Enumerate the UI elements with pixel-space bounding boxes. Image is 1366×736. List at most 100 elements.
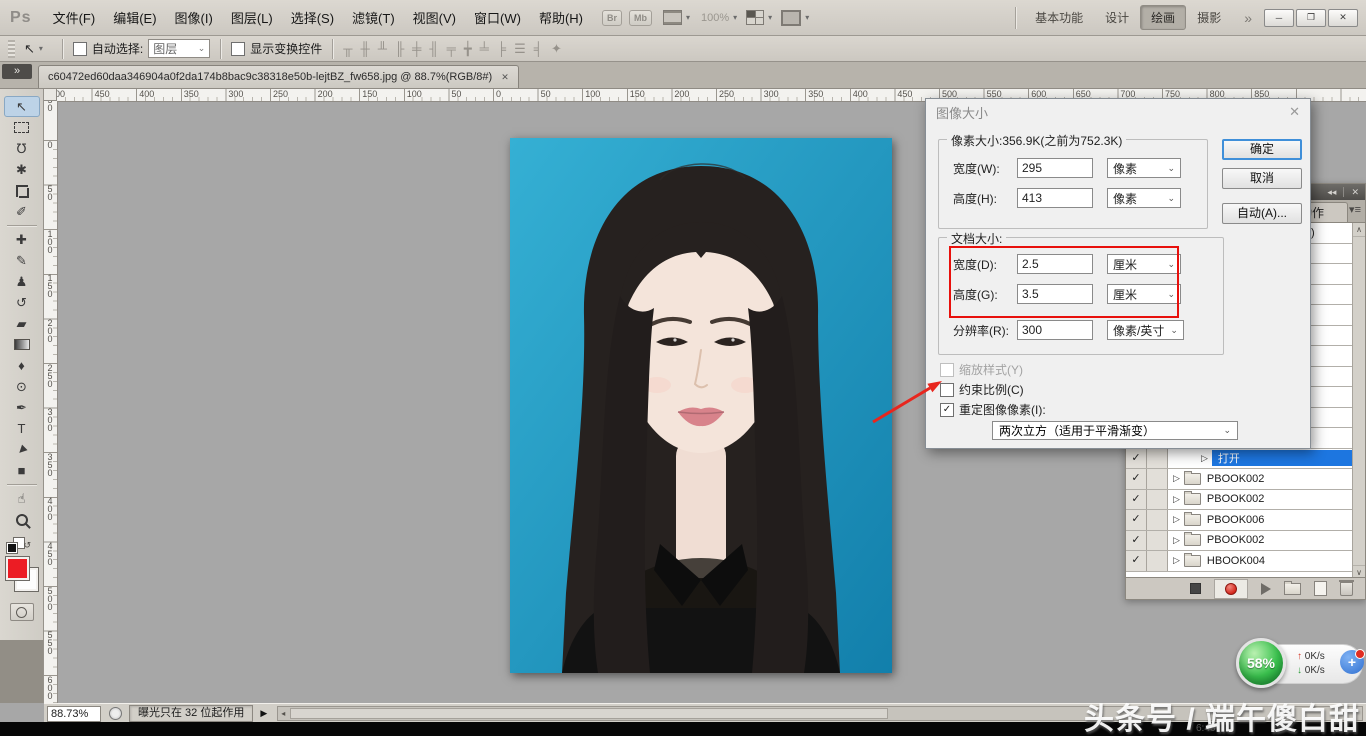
portrait-photo[interactable]	[510, 138, 892, 673]
action-dialog-toggle[interactable]	[1147, 469, 1168, 489]
scroll-up-icon[interactable]: ∧	[1353, 223, 1365, 237]
action-enabled-checkbox[interactable]: ✓	[1126, 531, 1147, 551]
arrange-documents-icon[interactable]	[746, 10, 764, 25]
scrollbar-thumb[interactable]	[290, 708, 888, 719]
auto-select-target-select[interactable]: 图层 ⌄	[148, 39, 210, 58]
hand-tool[interactable]: ☝	[4, 488, 40, 509]
swap-colors-icon[interactable]: ↺	[23, 540, 31, 551]
pen-tool[interactable]: ✒	[4, 397, 40, 418]
dialog-close-icon[interactable]: ✕	[1289, 104, 1300, 120]
new-action-set-icon[interactable]	[1284, 583, 1301, 595]
clone-stamp-tool[interactable]: ♟	[4, 271, 40, 292]
actions-scrollbar[interactable]: ∧ ∨	[1352, 223, 1365, 579]
action-row[interactable]: ✓▷HBOOK004	[1126, 551, 1365, 572]
action-row[interactable]: ✓▷PBOOK002	[1126, 531, 1365, 552]
action-enabled-checkbox[interactable]: ✓	[1126, 469, 1147, 489]
resample-method-select[interactable]: 两次立方（适用于平滑渐变） ⌄	[992, 421, 1238, 440]
expand-triangle-icon[interactable]: ▷	[1201, 453, 1208, 464]
lasso-tool[interactable]: ℧	[4, 138, 40, 159]
eraser-tool[interactable]: ▰	[4, 313, 40, 334]
rectangular-marquee-tool[interactable]	[4, 117, 40, 138]
zoom-tool[interactable]	[4, 509, 40, 530]
eyedropper-tool[interactable]: ✐	[4, 201, 40, 222]
screen-mode-icon[interactable]	[781, 10, 801, 26]
workspace-tab[interactable]: 基本功能	[1024, 5, 1094, 30]
action-dialog-toggle[interactable]	[1147, 510, 1168, 530]
delete-action-icon[interactable]	[1340, 582, 1353, 596]
menu-item[interactable]: 帮助(H)	[530, 5, 592, 30]
screen-mode-dropdown-icon[interactable]: ▾	[805, 13, 809, 22]
doc-width-input[interactable]: 2.5	[1017, 254, 1093, 274]
bridge-icon[interactable]: Br	[602, 10, 622, 26]
scroll-left-icon[interactable]: ◂	[278, 709, 288, 718]
action-row[interactable]: ✓▷PBOOK002	[1126, 490, 1365, 511]
action-dialog-toggle[interactable]	[1147, 551, 1168, 571]
path-selection-tool[interactable]: ◄	[4, 439, 40, 460]
action-dialog-toggle[interactable]	[1147, 531, 1168, 551]
action-dialog-toggle[interactable]	[1147, 449, 1168, 469]
magic-wand-tool[interactable]: ✱	[4, 159, 40, 180]
gradient-tool[interactable]	[4, 334, 40, 355]
quick-mask-button[interactable]	[10, 603, 34, 621]
auto-select-checkbox[interactable]	[73, 42, 87, 56]
vertical-ruler[interactable]: 5005010015020025030035040045050055060065…	[44, 101, 58, 703]
auto-button[interactable]: 自动(A)...	[1222, 203, 1302, 224]
brush-tool[interactable]: ✎	[4, 250, 40, 271]
workspace-tab[interactable]: 设计	[1094, 5, 1140, 30]
expand-triangle-icon[interactable]: ▷	[1173, 555, 1180, 566]
spot-healing-brush-tool[interactable]: ✚	[4, 229, 40, 250]
expand-triangle-icon[interactable]: ▷	[1173, 473, 1180, 484]
default-swatches-icon[interactable]: ↺	[7, 538, 27, 554]
menu-item[interactable]: 图像(I)	[166, 5, 222, 30]
expand-triangle-icon[interactable]: ▷	[1173, 494, 1180, 505]
expand-triangle-icon[interactable]: ▷	[1173, 514, 1180, 525]
pixel-width-input[interactable]: 295	[1017, 158, 1093, 178]
action-enabled-checkbox[interactable]: ✓	[1126, 490, 1147, 510]
resolution-unit-select[interactable]: 像素/英寸 ⌄	[1107, 320, 1184, 340]
pixel-width-unit-select[interactable]: 像素 ⌄	[1107, 158, 1181, 178]
zoom-level-select[interactable]: 100%	[701, 12, 729, 24]
crop-tool[interactable]	[4, 180, 40, 201]
window-close-button[interactable]: ✕	[1328, 9, 1358, 27]
blur-tool[interactable]: ♦	[4, 355, 40, 376]
pixel-height-input[interactable]: 413	[1017, 188, 1093, 208]
memory-usage-ball[interactable]: 58%	[1236, 638, 1286, 688]
close-panel-icon[interactable]: ✕	[1351, 187, 1359, 198]
options-bar-grip[interactable]	[8, 40, 15, 58]
window-minimize-button[interactable]: ─	[1264, 9, 1294, 27]
mini-bridge-icon[interactable]: Mb	[629, 10, 652, 26]
panel-menu-icon[interactable]: ▾≡	[1349, 203, 1361, 216]
boost-button[interactable]: +	[1340, 650, 1364, 674]
menu-item[interactable]: 窗口(W)	[465, 5, 530, 30]
action-row[interactable]: ✓▷PBOOK006	[1126, 510, 1365, 531]
status-flyout-icon[interactable]: ▶	[260, 708, 267, 719]
dialog-title-bar[interactable]: 图像大小 ✕	[926, 99, 1310, 125]
history-brush-tool[interactable]: ↺	[4, 292, 40, 313]
show-transform-checkbox[interactable]	[231, 42, 245, 56]
cancel-button[interactable]: 取消	[1222, 168, 1302, 189]
move-tool[interactable]: ↖	[4, 96, 40, 117]
menu-item[interactable]: 编辑(E)	[104, 5, 165, 30]
menu-item[interactable]: 图层(L)	[222, 5, 282, 30]
action-enabled-checkbox[interactable]: ✓	[1126, 510, 1147, 530]
dodge-tool[interactable]: ⊙	[4, 376, 40, 397]
more-workspaces-icon[interactable]: »	[1244, 10, 1252, 26]
pixel-height-unit-select[interactable]: 像素 ⌄	[1107, 188, 1181, 208]
workspace-tab[interactable]: 绘画	[1140, 5, 1186, 30]
tool-preset-dropdown-icon[interactable]: ▾	[39, 44, 43, 53]
arrange-documents-dropdown-icon[interactable]: ▾	[768, 13, 772, 22]
zoom-level-dropdown-icon[interactable]: ▾	[733, 13, 737, 22]
constrain-proportions-checkbox[interactable]: 约束比例(C)	[940, 381, 1024, 398]
doc-width-unit-select[interactable]: 厘米 ⌄	[1107, 254, 1181, 274]
collapse-to-icons-icon[interactable]: ◂◂	[1327, 187, 1336, 198]
menu-item[interactable]: 滤镜(T)	[343, 5, 404, 30]
rectangle-tool[interactable]: ■	[4, 460, 40, 481]
action-enabled-checkbox[interactable]: ✓	[1126, 551, 1147, 571]
ok-button[interactable]: 确定	[1222, 139, 1302, 160]
document-tab[interactable]: c60472ed60daa346904a0f2da174b8bac9c38318…	[38, 65, 519, 88]
workspace-tab[interactable]: 摄影	[1186, 5, 1232, 30]
type-tool[interactable]: T	[4, 418, 40, 439]
action-dialog-toggle[interactable]	[1147, 490, 1168, 510]
action-row[interactable]: ✓▷打开	[1126, 449, 1365, 470]
collapse-panels-icon[interactable]: »	[2, 64, 32, 79]
